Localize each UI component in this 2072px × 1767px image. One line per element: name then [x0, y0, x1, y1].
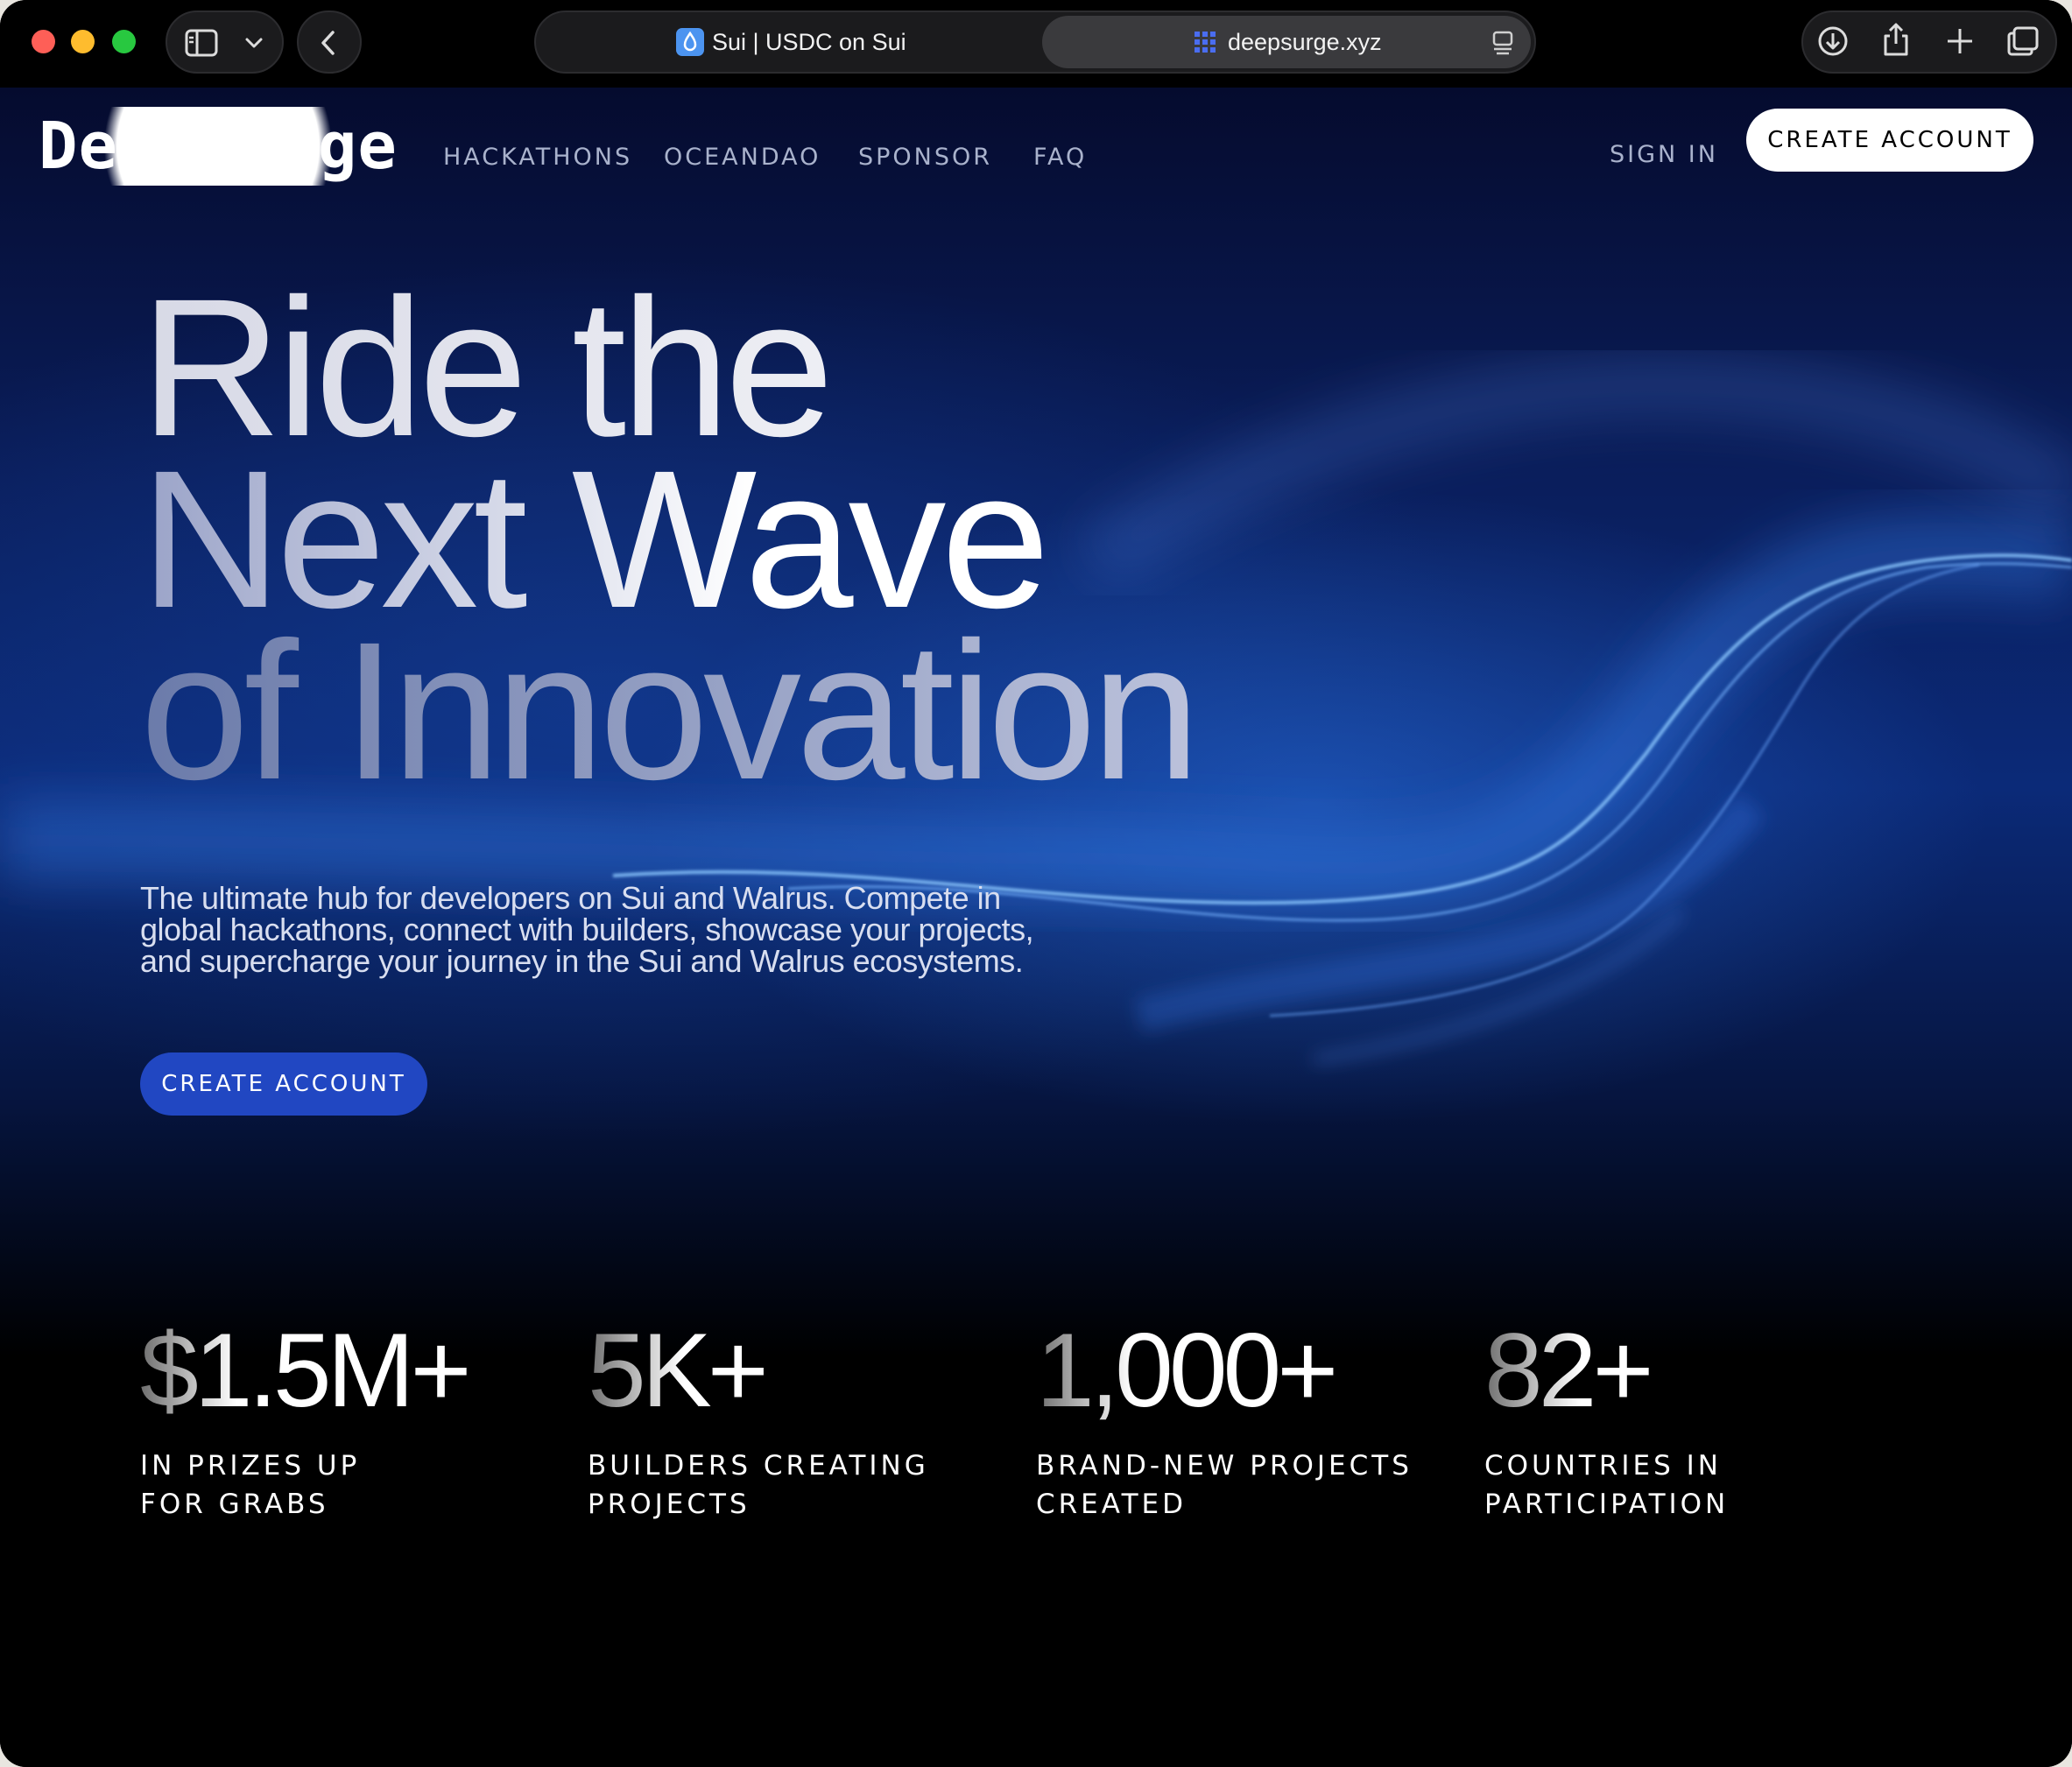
- nav-link-oceandao[interactable]: OCEANDAO: [664, 140, 821, 175]
- back-button[interactable]: [297, 11, 362, 74]
- nav-link-hackathons[interactable]: HACKATHONS: [443, 140, 632, 175]
- download-icon[interactable]: [1816, 25, 1850, 58]
- stat-label: BUILDERS CREATING PROJECTS: [588, 1450, 929, 1520]
- stat-label: COUNTRIES IN PARTICIPATION: [1484, 1450, 1730, 1520]
- reader-icon[interactable]: [1491, 30, 1514, 56]
- headline-line-3: of Innovation: [140, 613, 1366, 809]
- deepsurge-grid-icon: [1195, 32, 1216, 53]
- hero-subtitle: The ultimate hub for developers on Sui a…: [140, 880, 1034, 979]
- tab-title-sui[interactable]: Sui | USDC on Sui: [712, 25, 906, 60]
- page: DeepSurge HACKATHONS OCEANDAO SPONSOR FA…: [0, 88, 2072, 1767]
- deepsurge-logo[interactable]: DeepSurge: [39, 107, 398, 186]
- sidebar-icon: [185, 29, 218, 57]
- stat-projects: 1,000+ BRAND-NEW PROJECTS CREATED: [1036, 1313, 1456, 1524]
- tab-overview-icon[interactable]: [2005, 25, 2040, 58]
- browser-window: Sui | USDC on Sui deepsurge.xyz DeepSurg…: [0, 0, 2072, 1767]
- tab-title-deepsurge[interactable]: deepsurge.xyz: [1228, 25, 1382, 60]
- nav-link-faq[interactable]: FAQ: [1033, 140, 1087, 175]
- chevron-down-icon[interactable]: [244, 37, 264, 49]
- stat-value: 5K+: [588, 1313, 1008, 1427]
- stat-prizes: $1.5M+ IN PRIZES UP FOR GRABS: [140, 1313, 560, 1524]
- hero-headline: Ride the Next Wave of Innovation: [140, 270, 1366, 809]
- zoom-window-button[interactable]: [112, 30, 136, 53]
- stat-value: $1.5M+: [140, 1313, 560, 1427]
- stat-label: IN PRIZES UP FOR GRABS: [140, 1450, 361, 1520]
- stat-countries: 82+ COUNTRIES IN PARTICIPATION: [1484, 1313, 1905, 1524]
- stat-value: 1,000+: [1036, 1313, 1456, 1427]
- sign-in-link[interactable]: SIGN IN: [1610, 137, 1718, 172]
- stat-builders: 5K+ BUILDERS CREATING PROJECTS: [588, 1313, 1008, 1524]
- sidebar-toggle-button[interactable]: [166, 11, 284, 74]
- plus-icon[interactable]: [1945, 26, 1975, 56]
- back-chevron-icon: [321, 31, 335, 55]
- create-account-button-hero[interactable]: CREATE ACCOUNT: [140, 1052, 427, 1116]
- close-window-button[interactable]: [32, 30, 55, 53]
- headline-line-1: Ride the: [140, 270, 1366, 466]
- stat-label: BRAND-NEW PROJECTS CREATED: [1036, 1450, 1413, 1520]
- share-icon[interactable]: [1881, 21, 1911, 58]
- headline-line-2: Next Wave: [140, 441, 1366, 637]
- nav-link-sponsor[interactable]: SPONSOR: [858, 140, 992, 175]
- browser-toolbar: Sui | USDC on Sui deepsurge.xyz: [0, 0, 2072, 88]
- minimize-window-button[interactable]: [71, 30, 95, 53]
- stat-value: 82+: [1484, 1313, 1905, 1427]
- sui-drop-icon: [676, 28, 704, 56]
- create-account-button-header[interactable]: CREATE ACCOUNT: [1746, 109, 2033, 172]
